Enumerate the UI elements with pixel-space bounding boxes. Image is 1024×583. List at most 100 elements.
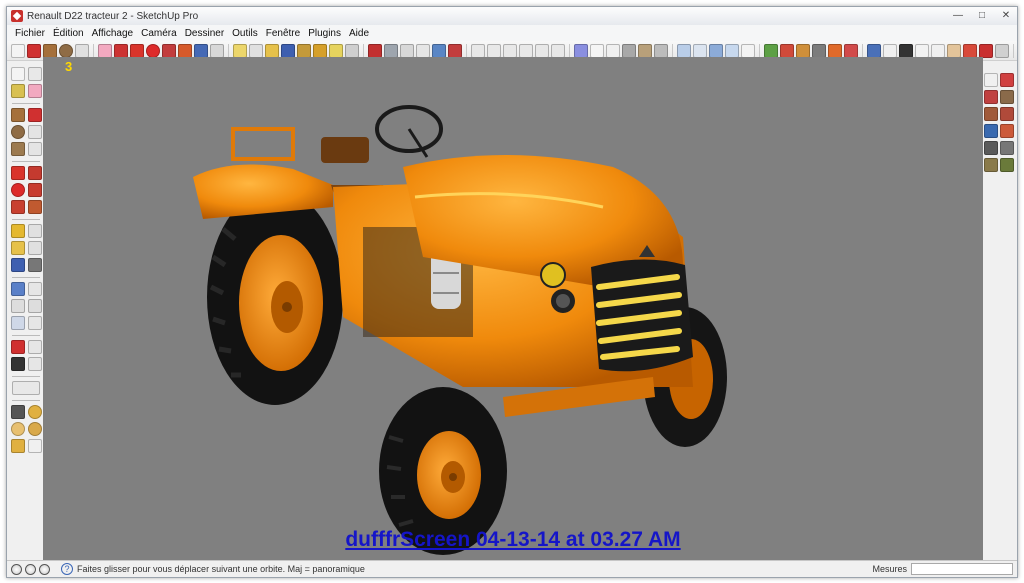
pan-icon[interactable] <box>27 282 42 296</box>
menu-edition[interactable]: Édition <box>49 28 88 39</box>
sandbox-smoove-icon[interactable] <box>12 381 40 395</box>
paint-bucket-icon[interactable] <box>329 43 343 58</box>
offset-icon[interactable] <box>178 43 192 58</box>
rotate-icon[interactable] <box>146 43 160 58</box>
orbit-icon[interactable] <box>368 43 382 58</box>
geolocation-icon[interactable] <box>11 563 22 575</box>
shadows-icon[interactable] <box>899 43 913 58</box>
rectangle-icon[interactable] <box>10 108 25 122</box>
menu-outils[interactable]: Outils <box>228 28 262 39</box>
eraser-icon[interactable] <box>27 84 42 98</box>
scale-icon[interactable] <box>10 200 25 214</box>
stair-icon[interactable] <box>984 107 998 121</box>
zoom-icon[interactable] <box>10 299 25 313</box>
axes-icon[interactable] <box>281 43 295 58</box>
scale-icon[interactable] <box>162 43 176 58</box>
face-style-icon[interactable] <box>947 43 961 58</box>
section-plane-icon[interactable] <box>313 43 327 58</box>
solar-icon[interactable] <box>10 439 25 453</box>
zoom-window-icon[interactable] <box>27 299 42 313</box>
move-icon[interactable] <box>130 43 144 58</box>
wall-icon[interactable] <box>1000 90 1014 104</box>
window-frame-icon[interactable] <box>1000 124 1014 138</box>
measurements-input[interactable] <box>911 563 1013 575</box>
warehouse-icon[interactable] <box>963 43 977 58</box>
push-pull-icon[interactable] <box>27 166 42 180</box>
push-pull-icon[interactable] <box>114 43 128 58</box>
edge-style-icon[interactable] <box>931 43 945 58</box>
display-icon[interactable] <box>709 43 723 58</box>
section-plane-icon[interactable] <box>27 357 42 371</box>
panel-icon[interactable] <box>725 43 739 58</box>
zoom-extents-icon[interactable] <box>432 43 446 58</box>
menu-camera[interactable]: Caméra <box>137 28 181 39</box>
terrain-icon[interactable] <box>1000 141 1014 155</box>
minimize-icon[interactable]: — <box>951 9 965 21</box>
walk-icon[interactable] <box>10 357 25 371</box>
pan-icon[interactable] <box>384 43 398 58</box>
model-viewport[interactable]: 3 dufffrScreen 04-13-14 at 03.27 AM <box>43 57 983 562</box>
outline-icon[interactable] <box>741 43 755 58</box>
scene-sphere-icon[interactable] <box>27 422 42 436</box>
menu-affichage[interactable]: Affichage <box>88 28 138 39</box>
sketchup-app-icon[interactable] <box>11 10 23 22</box>
rotate-icon[interactable] <box>10 183 25 197</box>
move-icon[interactable] <box>10 166 25 180</box>
fog-icon[interactable] <box>915 43 929 58</box>
outliner-icon[interactable] <box>1000 158 1014 172</box>
eraser-icon[interactable] <box>98 43 112 58</box>
stamp-icon[interactable] <box>812 43 826 58</box>
front-view-icon[interactable] <box>503 43 517 58</box>
hand-icon[interactable] <box>27 439 42 453</box>
zoom-icon[interactable] <box>400 43 414 58</box>
circle-icon[interactable] <box>59 43 73 58</box>
shaded-icon[interactable] <box>622 43 636 58</box>
dimension-icon[interactable] <box>27 224 42 238</box>
layer-icon[interactable] <box>984 158 998 172</box>
right-view-icon[interactable] <box>519 43 533 58</box>
maximize-icon[interactable]: □ <box>975 9 989 21</box>
screenshot-watermark-link[interactable]: dufffrScreen 04-13-14 at 03.27 AM <box>43 528 983 552</box>
user-account-icon[interactable] <box>39 563 50 575</box>
style-sphere-icon[interactable] <box>27 405 42 419</box>
text-icon[interactable] <box>27 241 42 255</box>
shadow-settings-icon[interactable] <box>10 405 25 419</box>
share-model-icon[interactable] <box>979 43 993 58</box>
menu-dessiner[interactable]: Dessiner <box>181 28 228 39</box>
bezier-icon[interactable] <box>1000 73 1014 87</box>
left-view-icon[interactable] <box>551 43 565 58</box>
paint-icon[interactable] <box>10 84 25 98</box>
circle-icon[interactable] <box>10 125 25 139</box>
top-view-icon[interactable] <box>487 43 501 58</box>
roof-icon[interactable] <box>984 90 998 104</box>
zoom-extents-icon[interactable] <box>10 316 25 330</box>
smoove-icon[interactable] <box>796 43 810 58</box>
xray-icon[interactable] <box>574 43 588 58</box>
text-icon[interactable] <box>233 43 247 58</box>
position-camera-icon[interactable] <box>10 340 25 354</box>
pencil-line-icon[interactable] <box>27 43 41 58</box>
arc-icon[interactable] <box>27 125 42 139</box>
sandbox-grid-icon[interactable] <box>780 43 794 58</box>
add-location-icon[interactable] <box>867 43 881 58</box>
look-around-icon[interactable] <box>27 340 42 354</box>
freehand-icon[interactable] <box>27 142 42 156</box>
window-icon[interactable] <box>693 43 707 58</box>
menu-fichier[interactable]: Fichier <box>11 28 49 39</box>
credits-icon[interactable] <box>25 563 36 575</box>
grid-icon[interactable] <box>984 124 998 138</box>
curve-icon[interactable] <box>984 73 998 87</box>
layout-window-icon[interactable] <box>677 43 691 58</box>
select-arrow-icon[interactable] <box>11 43 25 58</box>
previous-view-icon[interactable] <box>448 43 462 58</box>
menu-plugins[interactable]: Plugins <box>304 28 345 39</box>
arc-icon[interactable] <box>75 43 89 58</box>
protractor-icon[interactable] <box>265 43 279 58</box>
help-icon[interactable]: ? <box>61 563 73 575</box>
flip-edge-icon[interactable] <box>844 43 858 58</box>
follow-me-icon[interactable] <box>27 183 42 197</box>
drape-icon[interactable] <box>828 43 842 58</box>
dimension-icon[interactable] <box>249 43 263 58</box>
hidden-line-icon[interactable] <box>606 43 620 58</box>
3d-text-icon[interactable] <box>297 43 311 58</box>
